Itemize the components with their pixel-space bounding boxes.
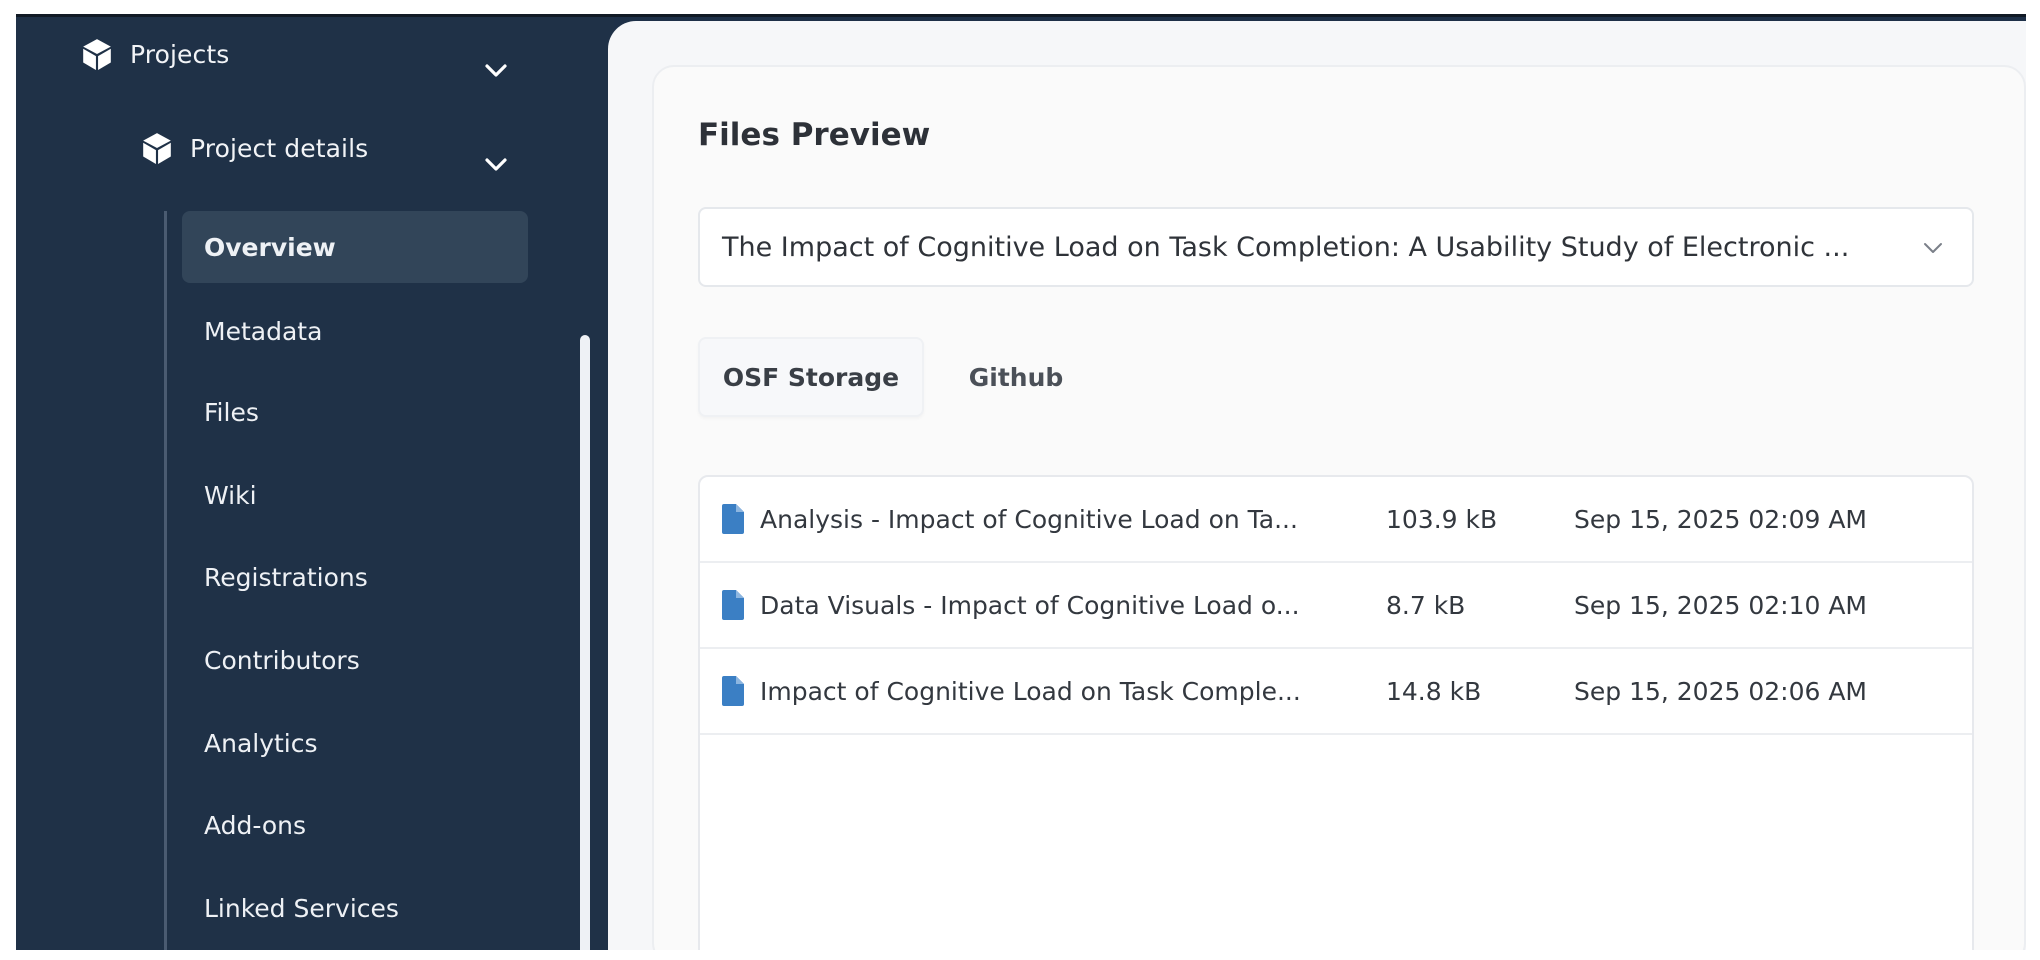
tab-github[interactable]: Github [924, 337, 1108, 417]
table-row[interactable]: Impact of Cognitive Load on Task Comple.… [700, 649, 1972, 735]
sidebar-item-files[interactable]: Files [182, 376, 528, 448]
file-date: Sep 15, 2025 02:10 AM [1574, 590, 1868, 620]
project-select[interactable]: The Impact of Cognitive Load on Task Com… [698, 207, 1974, 287]
sidebar-item-registrations[interactable]: Registrations [182, 541, 528, 613]
sidebar-item-wiki[interactable]: Wiki [182, 459, 528, 531]
file-size: 103.9 kB [1386, 504, 1498, 534]
app-window: Projects Project details Overview Metada… [16, 14, 2026, 950]
file-name[interactable]: Impact of Cognitive Load on Task Comple.… [760, 677, 1301, 706]
file-icon [722, 590, 744, 620]
file-list: Analysis - Impact of Cognitive Load on T… [698, 475, 1974, 950]
files-preview-card: Files Preview The Impact of Cognitive Lo… [652, 65, 2026, 950]
table-row[interactable]: Analysis - Impact of Cognitive Load on T… [700, 477, 1972, 563]
storage-tabs: OSF Storage Github [698, 337, 1108, 417]
chevron-down-icon [1924, 243, 1942, 253]
sidebar-item-projects[interactable]: Projects [80, 37, 229, 71]
file-icon [722, 676, 744, 706]
table-row[interactable]: Data Visuals - Impact of Cognitive Load … [700, 563, 1972, 649]
file-name[interactable]: Analysis - Impact of Cognitive Load on T… [760, 505, 1298, 534]
tree-indent-line [164, 211, 167, 950]
sidebar-item-overview[interactable]: Overview [182, 211, 528, 283]
page-title: Files Preview [698, 117, 931, 153]
sidebar-scrollbar[interactable] [580, 335, 590, 950]
sidebar-item-project-details[interactable]: Project details [140, 131, 368, 165]
sidebar-item-contributors[interactable]: Contributors [182, 624, 528, 696]
tab-osf-storage[interactable]: OSF Storage [698, 337, 924, 417]
cube-icon [143, 133, 171, 164]
file-icon [722, 504, 744, 534]
file-size: 8.7 kB [1386, 590, 1466, 620]
chevron-down-icon[interactable] [484, 63, 508, 79]
project-select-value: The Impact of Cognitive Load on Task Com… [722, 231, 1850, 263]
sidebar-item-metadata[interactable]: Metadata [182, 295, 528, 367]
sidebar-item-linked-services[interactable]: Linked Services [182, 872, 528, 944]
file-date: Sep 15, 2025 02:09 AM [1574, 504, 1868, 534]
sidebar-item-analytics[interactable]: Analytics [182, 707, 528, 779]
sidebar-item-label: Projects [130, 39, 230, 69]
main-content: Files Preview The Impact of Cognitive Lo… [608, 21, 2026, 950]
file-size: 14.8 kB [1386, 676, 1482, 706]
file-date: Sep 15, 2025 02:06 AM [1574, 676, 1868, 706]
sidebar-item-label: Project details [190, 133, 369, 163]
chevron-down-icon[interactable] [484, 157, 508, 173]
cube-icon [83, 39, 111, 70]
file-name[interactable]: Data Visuals - Impact of Cognitive Load … [760, 591, 1300, 620]
sidebar: Projects Project details Overview Metada… [16, 17, 614, 950]
sidebar-item-add-ons[interactable]: Add-ons [182, 789, 528, 861]
